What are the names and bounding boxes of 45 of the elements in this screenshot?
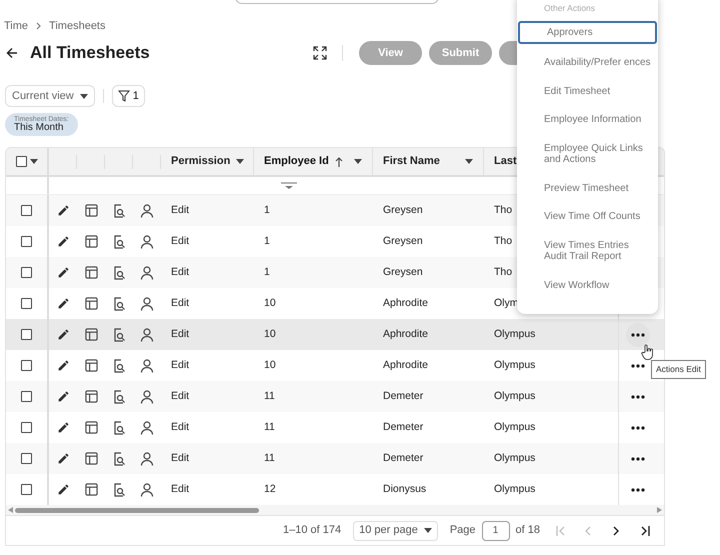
table-cell-text: Tho [494,234,512,249]
table-cell-text: Edit [170,482,190,497]
table-cell-text: Olympus [494,482,536,497]
table-cell-text: Olympus [494,326,536,342]
table-cell-text: Olympus [494,420,536,435]
table-cell-text: Edit [170,358,190,373]
table-cell-text: 12 [263,482,277,497]
table-cell-text: 11 [263,420,276,435]
table-cell-text: Demeter [382,420,424,435]
range-label: 1–10 of 174 [282,523,342,538]
table-cell-text: Edit [170,450,190,466]
table-cell-text: 1 [263,264,271,280]
table-cell-text: Greysen [382,264,424,280]
table-cell-text: Edit [170,420,190,435]
table-cell-text: Olympus [494,450,536,466]
tooltip: Actions Edit [651,360,706,379]
table-cell-text: Demeter [382,450,424,466]
table-cell-text: 10 [263,296,277,311]
table-cell-text: Aphrodite [382,358,429,373]
table-cell-text: 11 [263,450,276,466]
table-cell-text: Aphrodite [382,326,429,342]
table-cell-text: 11 [263,388,276,404]
table-cell-text: Edit [170,202,190,218]
table-cell-text: 1 [263,202,271,218]
menu-heading: Other Actions [543,2,596,15]
table-cell-text: Edit [170,326,190,342]
table-cell-text: Olympus [494,388,536,404]
table-cell-text: 1 [263,234,271,249]
page-title: All Timesheets [30,42,151,64]
table-cell-text: 10 [263,358,277,373]
table-cell-text: Tho [494,202,512,218]
table-cell-text: Greysen [382,202,424,218]
table-cell-text: Greysen [382,234,424,249]
table-cell-text: 10 [263,326,277,342]
table-cell-text: Edit [170,234,190,249]
table-cell-text: Demeter [382,388,424,404]
table-cell-text: Olympus [494,358,536,373]
page-count: of 18 [516,523,540,538]
table-cell-text: Edit [170,264,190,280]
table-cell-text: Dionysus [382,482,428,497]
table-cell-text: Edit [170,296,190,311]
page-label: Page [450,523,476,538]
table-cell-text: Edit [170,388,190,404]
table-cell-text: Aphrodite [382,296,429,311]
table-cell-text: Tho [494,264,512,280]
